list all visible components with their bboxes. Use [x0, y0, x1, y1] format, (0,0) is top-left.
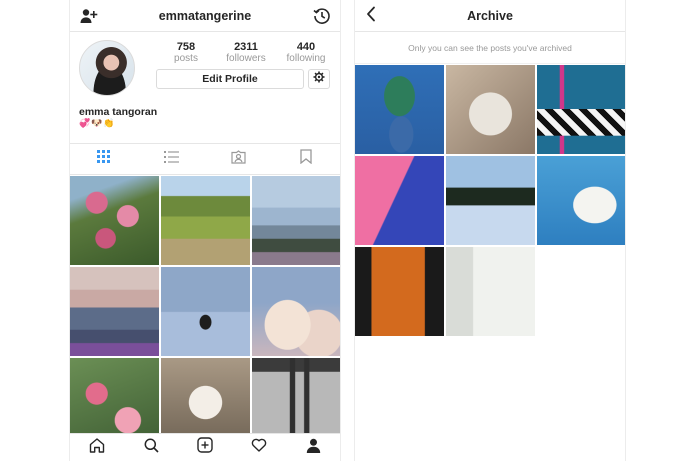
tab-tagged[interactable]	[205, 144, 273, 174]
bay-view-photo[interactable]	[252, 176, 340, 265]
search-icon	[144, 438, 159, 458]
archive-screen: Archive Only you can see the posts you'v…	[354, 0, 626, 461]
list-icon	[163, 150, 179, 168]
stat-followers[interactable]: 2311 followers	[217, 41, 275, 64]
nav-home[interactable]	[70, 434, 124, 461]
tab-saved[interactable]	[273, 144, 341, 174]
profile-stats: 758 posts 2311 followers 440 following	[157, 41, 335, 64]
grid-icon	[97, 150, 111, 168]
gear-icon	[313, 70, 325, 88]
stat-following-label: following	[286, 53, 326, 64]
stat-following[interactable]: 440 following	[277, 41, 335, 64]
stat-posts[interactable]: 758 posts	[157, 41, 215, 64]
lake-reflection-photo[interactable]	[446, 156, 535, 245]
tagged-icon	[231, 149, 246, 169]
bottom-nav	[70, 433, 340, 461]
nav-profile[interactable]	[286, 434, 340, 461]
settings-button[interactable]	[308, 69, 330, 89]
archive-title: Archive	[467, 8, 513, 23]
green-hillside-photo[interactable]	[161, 176, 250, 265]
archive-note: Only you can see the posts you've archiv…	[355, 32, 625, 64]
stat-following-value: 440	[296, 41, 316, 53]
stat-followers-value: 2311	[234, 41, 258, 53]
tab-list[interactable]	[138, 144, 206, 174]
palm-tree-photo[interactable]	[161, 267, 250, 356]
profile-header: emmatangerine	[70, 0, 340, 32]
back-button[interactable]	[361, 6, 381, 26]
profile-username: emmatangerine	[158, 8, 252, 23]
activity-icon	[251, 438, 267, 457]
pink-flowers-photo[interactable]	[70, 176, 159, 265]
profile-post-grid	[70, 176, 340, 447]
nav-activity[interactable]	[232, 434, 286, 461]
home-icon	[89, 437, 105, 458]
nav-search[interactable]	[124, 434, 178, 461]
nav-new-post[interactable]	[178, 434, 232, 461]
orange-curtain-photo[interactable]	[355, 247, 444, 336]
profile-icon	[306, 438, 321, 458]
food-plate-photo[interactable]	[446, 65, 535, 154]
profile-tabs	[70, 143, 340, 175]
stat-posts-value: 758	[176, 41, 196, 53]
stat-followers-label: followers	[226, 53, 266, 64]
avatar[interactable]	[79, 40, 135, 96]
bio-name: emma tangoran	[79, 106, 158, 118]
pink-wall-photo[interactable]	[355, 156, 444, 245]
archive-post-grid	[355, 65, 625, 336]
bio-emoji: 💞🐶👏	[79, 119, 116, 129]
mirror-selfie-photo[interactable]	[446, 247, 535, 336]
add-user-icon[interactable]	[79, 6, 99, 26]
ocean-sunset-photo[interactable]	[70, 267, 159, 356]
new-post-icon	[197, 437, 213, 458]
edit-profile-button[interactable]: Edit Profile	[156, 69, 304, 89]
clouds-photo[interactable]	[252, 267, 340, 356]
archive-header: Archive	[355, 0, 625, 32]
tab-grid[interactable]	[70, 144, 138, 174]
checkered-floor-photo[interactable]	[537, 65, 625, 154]
chevron-left-icon	[366, 6, 376, 27]
stat-posts-label: posts	[174, 53, 198, 64]
profile-screen: emmatangerine 758 posts 2311 followers 4…	[69, 0, 341, 461]
archive-clock-icon[interactable]	[312, 6, 332, 26]
saved-icon	[300, 149, 312, 169]
white-blossom-tree-photo[interactable]	[537, 156, 625, 245]
monstera-leaf-photo[interactable]	[355, 65, 444, 154]
